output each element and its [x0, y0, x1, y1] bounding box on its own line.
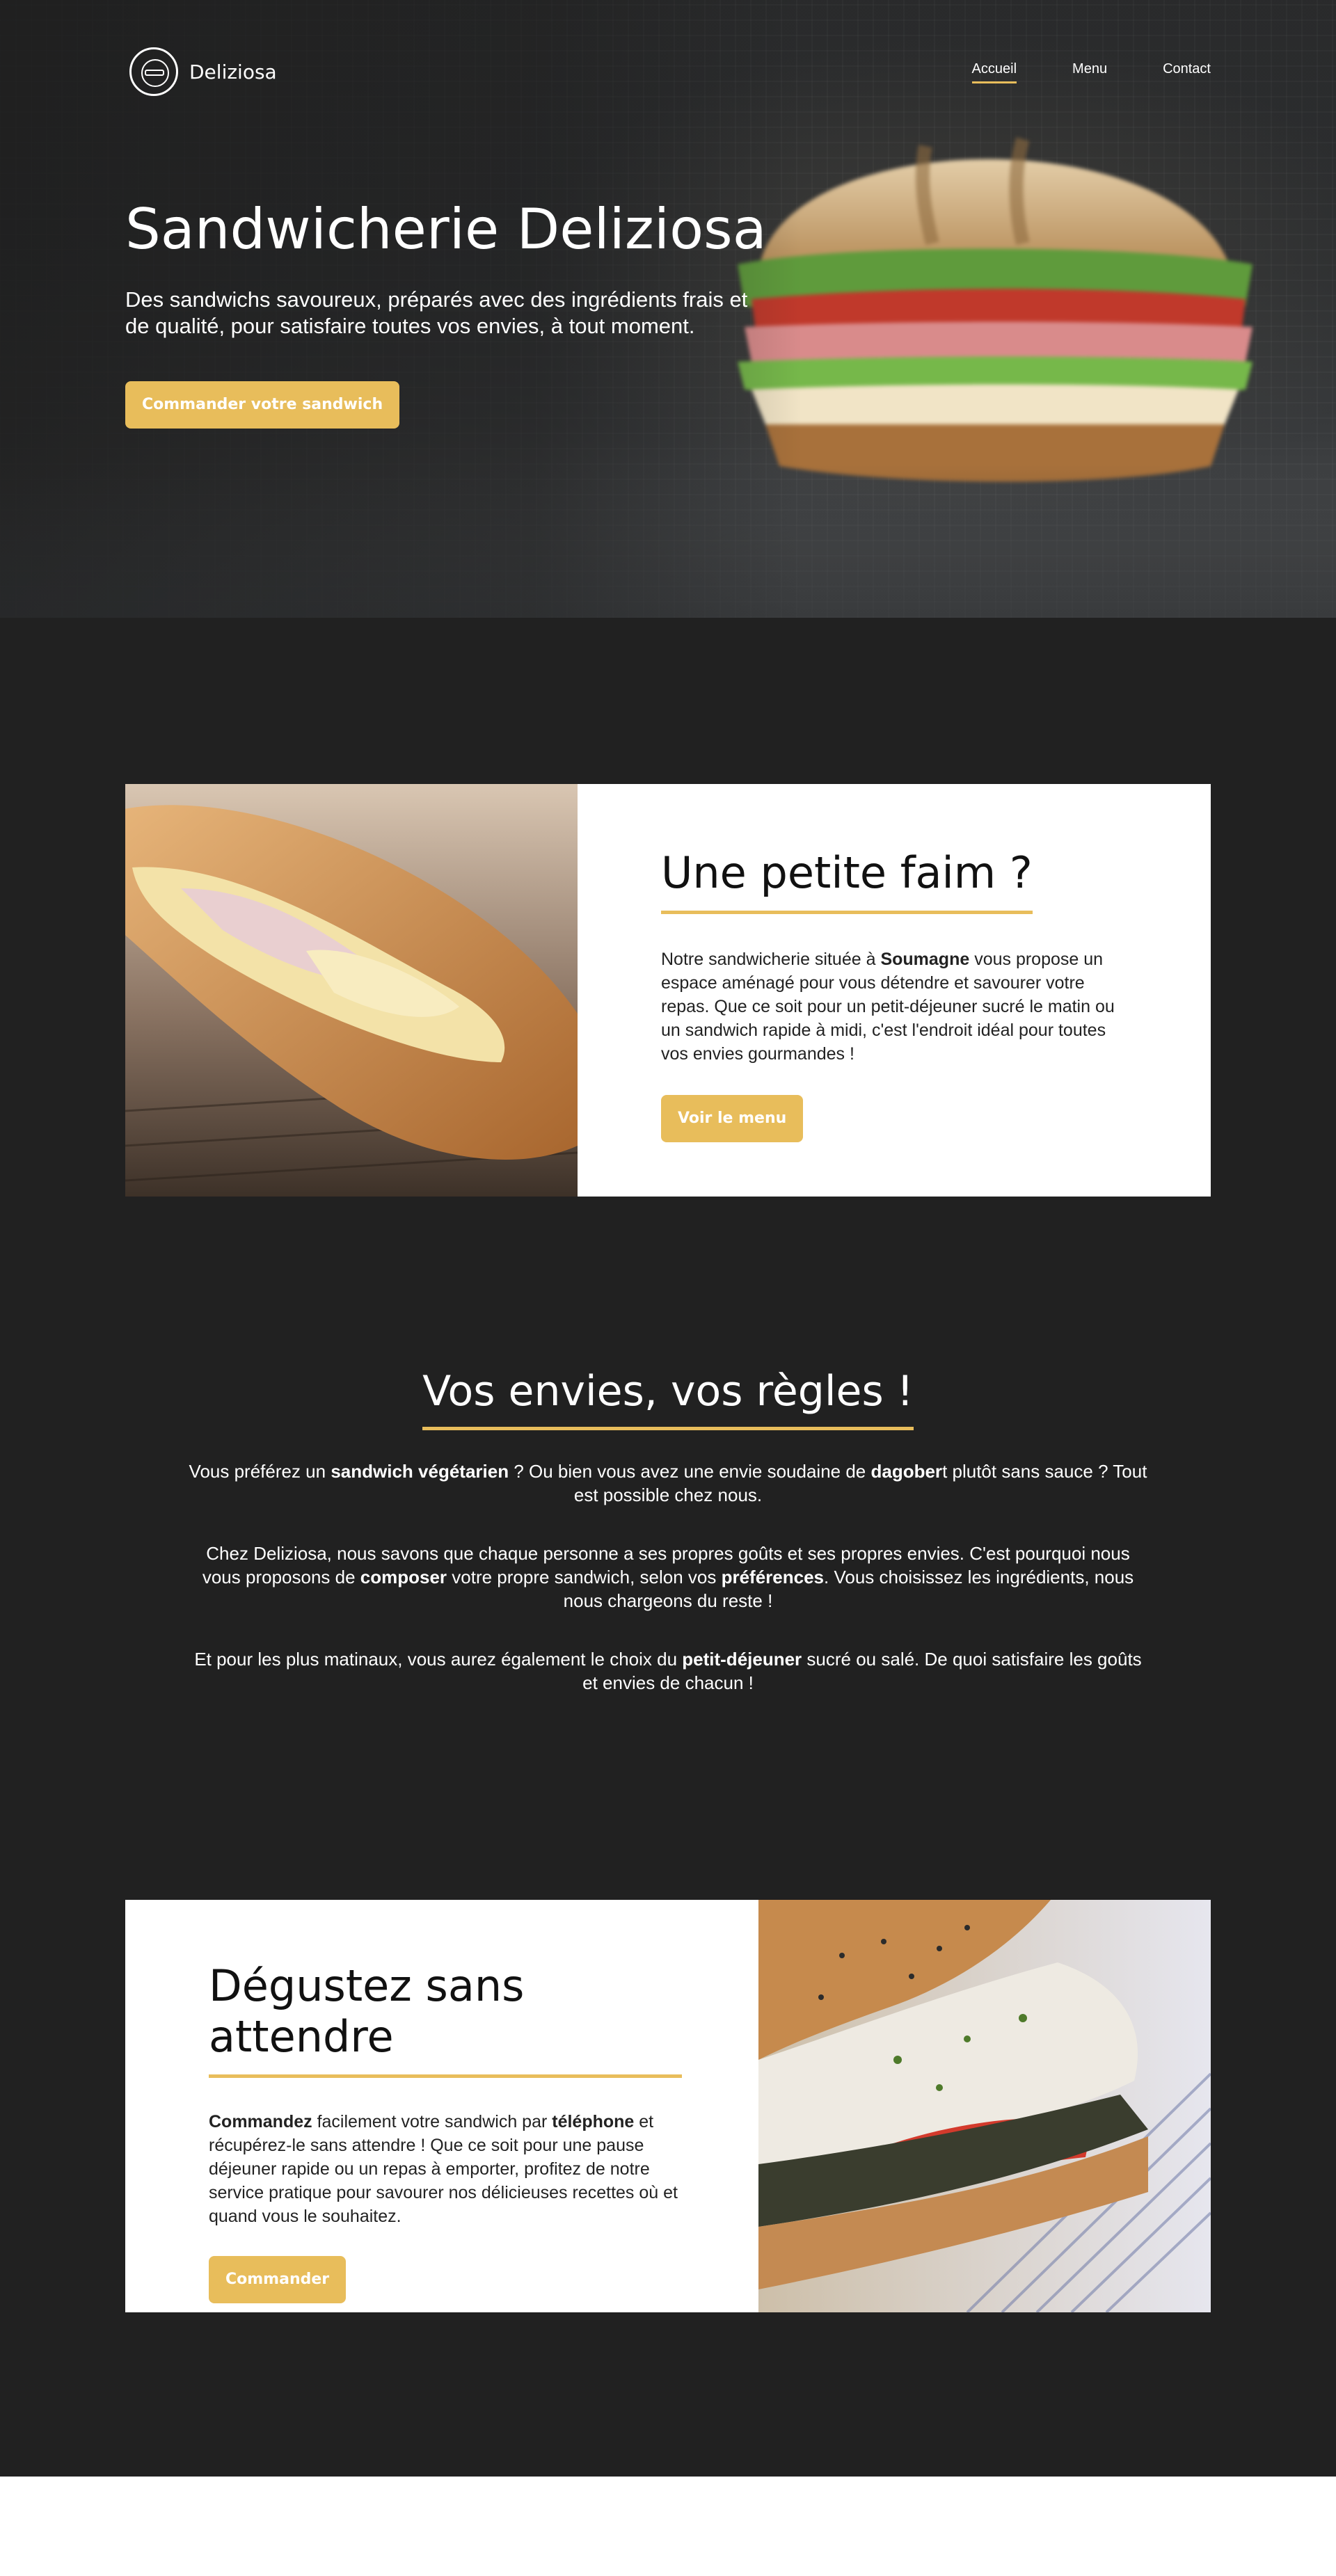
brand-name: Deliziosa — [189, 60, 277, 83]
custom-paragraph-2: Chez Deliziosa, nous savons que chaque p… — [202, 1543, 1134, 1611]
brand-logo[interactable]: Deliziosa — [129, 47, 277, 96]
intro-paragraph: Notre sandwicherie située à Soumagne vou… — [661, 950, 1115, 1064]
nav-item-accueil[interactable]: Accueil — [971, 61, 1017, 83]
view-menu-button[interactable]: Voir le menu — [661, 1095, 804, 1142]
nav-item-contact[interactable]: Contact — [1163, 61, 1211, 83]
nav-item-menu[interactable]: Menu — [1072, 61, 1107, 83]
location-name: Soumagne — [880, 950, 970, 969]
logo-badge-icon — [129, 47, 178, 96]
order-paragraph: Commandez facilement votre sandwich par … — [209, 2112, 678, 2226]
hero-title: Sandwicherie Deliziosa — [125, 197, 767, 262]
baguette-photo — [125, 784, 578, 1197]
order-title: Dégustez sans attendre — [209, 1960, 682, 2078]
vegetable-sandwich-photo — [758, 1900, 1211, 2312]
custom-orders-section: Vos envies, vos règles ! Vous préférez u… — [125, 1367, 1211, 1695]
hero-subtitle: Des sandwichs savoureux, préparés avec d… — [125, 287, 748, 338]
custom-paragraph-1: Vous préférez un sandwich végétarien ? O… — [189, 1461, 1147, 1505]
custom-orders-title: Vos envies, vos règles ! — [422, 1367, 914, 1430]
intro-text-block: Une petite faim ? Notre sandwicherie sit… — [661, 847, 1134, 1142]
main-nav: Accueil Menu Contact — [971, 61, 1211, 83]
custom-paragraph-3: Et pour les plus matinaux, vous aurez ég… — [194, 1649, 1142, 1693]
order-text-block: Dégustez sans attendre Commandez facilem… — [209, 1960, 682, 2303]
order-button[interactable]: Commander — [209, 2256, 347, 2303]
order-sandwich-button[interactable]: Commander votre sandwich — [125, 381, 400, 429]
hero-section: Deliziosa Accueil Menu Contact Sandwiche… — [0, 0, 1336, 618]
intro-title: Une petite faim ? — [661, 847, 1033, 914]
